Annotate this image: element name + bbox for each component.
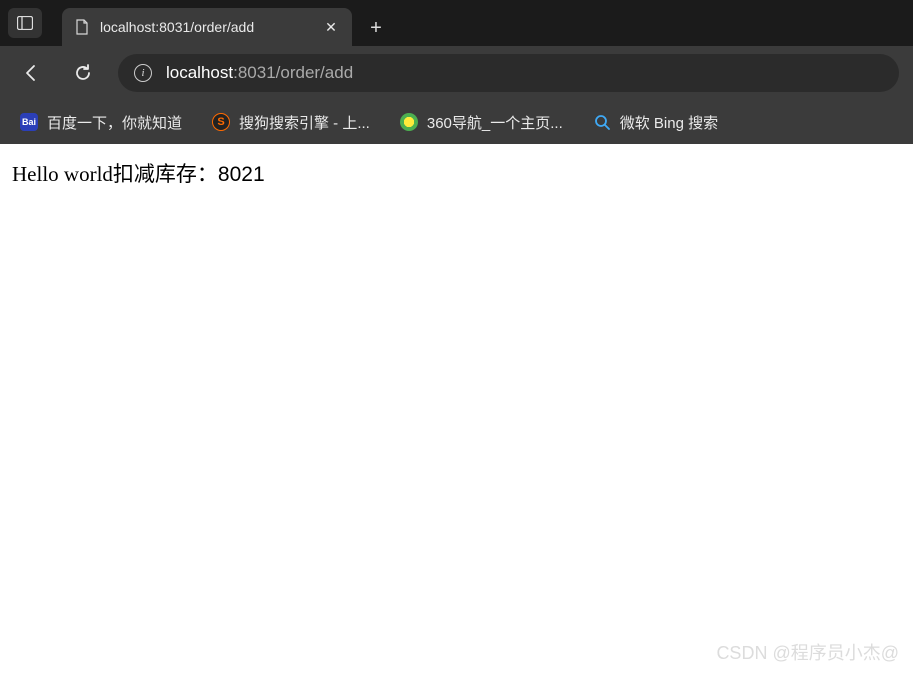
toolbar: i localhost:8031/order/add [0,46,913,100]
page-text-cn: 扣减库存：8021 [113,163,265,186]
page-text-en: Hello world [12,162,113,186]
address-host: localhost [166,63,233,82]
tab-title: localhost:8031/order/add [100,19,312,35]
tab-actions-button[interactable] [8,8,42,38]
close-tab-button[interactable]: ✕ [322,19,340,36]
baidu-icon: Bai [20,113,38,131]
browser-tab[interactable]: localhost:8031/order/add ✕ [62,8,352,46]
page-icon [74,19,90,35]
bookmark-360[interactable]: 360导航_一个主页... [400,112,563,133]
tab-strip: localhost:8031/order/add ✕ + [0,0,913,46]
sogou-icon: S [212,113,230,131]
address-text: localhost:8031/order/add [166,63,353,83]
site-info-icon[interactable]: i [134,64,152,82]
bookmarks-bar: Bai 百度一下，你就知道 S 搜狗搜索引擎 - 上... 360导航_一个主页… [0,100,913,144]
bookmark-label: 百度一下，你就知道 [47,112,182,133]
bookmark-label: 搜狗搜索引擎 - 上... [239,112,370,133]
reload-button[interactable] [66,56,100,90]
back-button[interactable] [14,56,48,90]
bookmark-label: 360导航_一个主页... [427,112,563,133]
address-path: :8031/order/add [233,63,353,82]
360-icon [400,113,418,131]
bookmark-bing[interactable]: 微软 Bing 搜索 [593,112,718,133]
search-icon [593,113,611,131]
bookmark-sogou[interactable]: S 搜狗搜索引擎 - 上... [212,112,370,133]
bookmark-label: 微软 Bing 搜索 [620,112,718,133]
new-tab-button[interactable]: + [358,10,394,46]
page-content: Hello world扣减库存：8021 [0,144,913,202]
address-bar[interactable]: i localhost:8031/order/add [118,54,899,92]
bookmark-baidu[interactable]: Bai 百度一下，你就知道 [20,112,182,133]
tabs-area: localhost:8031/order/add ✕ + [62,0,905,46]
watermark: CSDN @程序员小杰@ [716,639,899,665]
